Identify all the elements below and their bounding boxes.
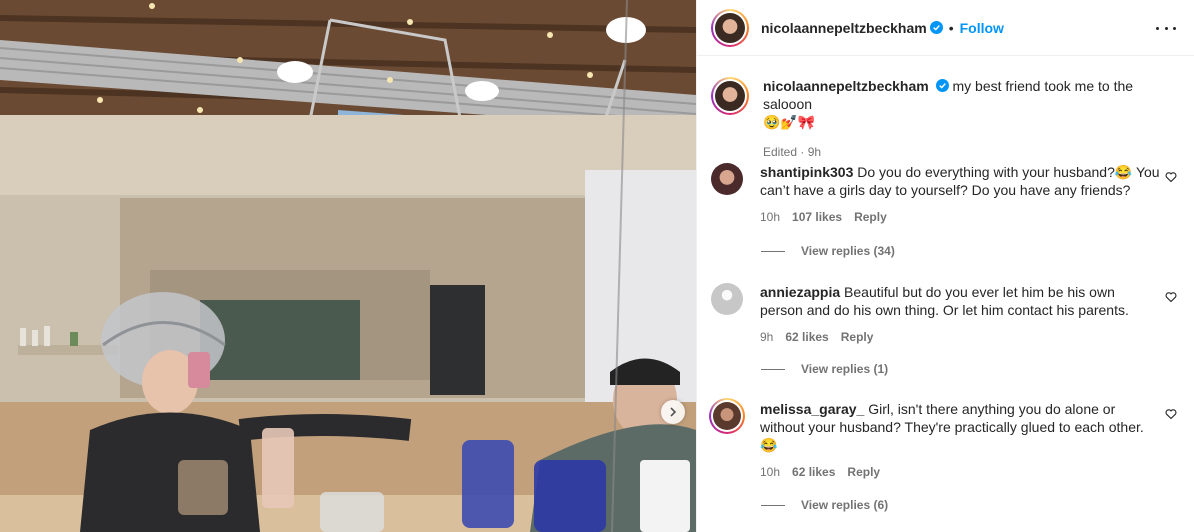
comment-time: 10h — [760, 210, 781, 224]
header-separator: • — [948, 19, 954, 36]
comment-username[interactable]: anniezappia — [760, 284, 840, 300]
view-replies-button[interactable]: View replies (34) — [761, 244, 895, 258]
comment-time: 10h — [760, 465, 781, 479]
comment: melissa_garay_ Girl, isn't there anythin… — [709, 398, 1181, 481]
heart-icon[interactable] — [1165, 171, 1177, 183]
caption-emojis: 🥹💅🎀 — [763, 114, 816, 130]
comment-username[interactable]: melissa_garay_ — [760, 401, 864, 417]
author-avatar[interactable] — [711, 8, 749, 47]
salon-photo-illustration — [0, 0, 696, 532]
comment-username[interactable]: shantipink303 — [760, 164, 853, 180]
comment-reply-button[interactable]: Reply — [847, 463, 880, 481]
more-options-icon[interactable] — [1156, 20, 1176, 36]
post-caption: nicolaannepeltzbeckham my best friend to… — [711, 77, 1181, 161]
comment-reply-button[interactable]: Reply — [854, 208, 887, 226]
comment-avatar[interactable] — [711, 163, 743, 195]
comment-likes[interactable]: 107 likes — [792, 208, 842, 226]
author-username[interactable]: nicolaannepeltzbeckham — [761, 20, 927, 36]
verified-badge-icon — [929, 21, 943, 34]
carousel-next-button[interactable] — [661, 400, 685, 424]
heart-icon[interactable] — [1165, 408, 1177, 420]
view-replies-label: View replies (34) — [801, 244, 895, 258]
view-replies-label: View replies (6) — [801, 498, 889, 512]
caption-avatar[interactable] — [711, 77, 749, 115]
view-replies-label: View replies (1) — [801, 362, 889, 376]
comment: shantipink303 Do you do everything with … — [711, 163, 1181, 226]
chevron-right-icon — [670, 407, 677, 417]
post-meta: Edited · 9h — [763, 145, 822, 159]
comment-likes[interactable]: 62 likes — [785, 328, 828, 346]
comment-likes[interactable]: 62 likes — [792, 463, 835, 481]
comment-time: 9h — [760, 330, 774, 344]
heart-icon[interactable] — [1165, 291, 1177, 303]
post-header: nicolaannepeltzbeckham • Follow — [697, 0, 1194, 56]
post-side-panel: nicolaannepeltzbeckham • Follow nicolaan… — [696, 0, 1194, 532]
comment: anniezappia Beautiful but do you ever le… — [711, 283, 1181, 346]
comment-avatar[interactable] — [709, 398, 745, 434]
follow-button[interactable]: Follow — [960, 20, 1004, 36]
post-photo[interactable] — [0, 0, 696, 532]
comment-reply-button[interactable]: Reply — [841, 328, 874, 346]
caption-username[interactable]: nicolaannepeltzbeckham — [763, 78, 929, 94]
view-replies-button[interactable]: View replies (1) — [761, 362, 888, 376]
verified-badge-icon — [935, 79, 949, 92]
comment-avatar[interactable] — [711, 283, 743, 315]
view-replies-button[interactable]: View replies (6) — [761, 498, 888, 512]
